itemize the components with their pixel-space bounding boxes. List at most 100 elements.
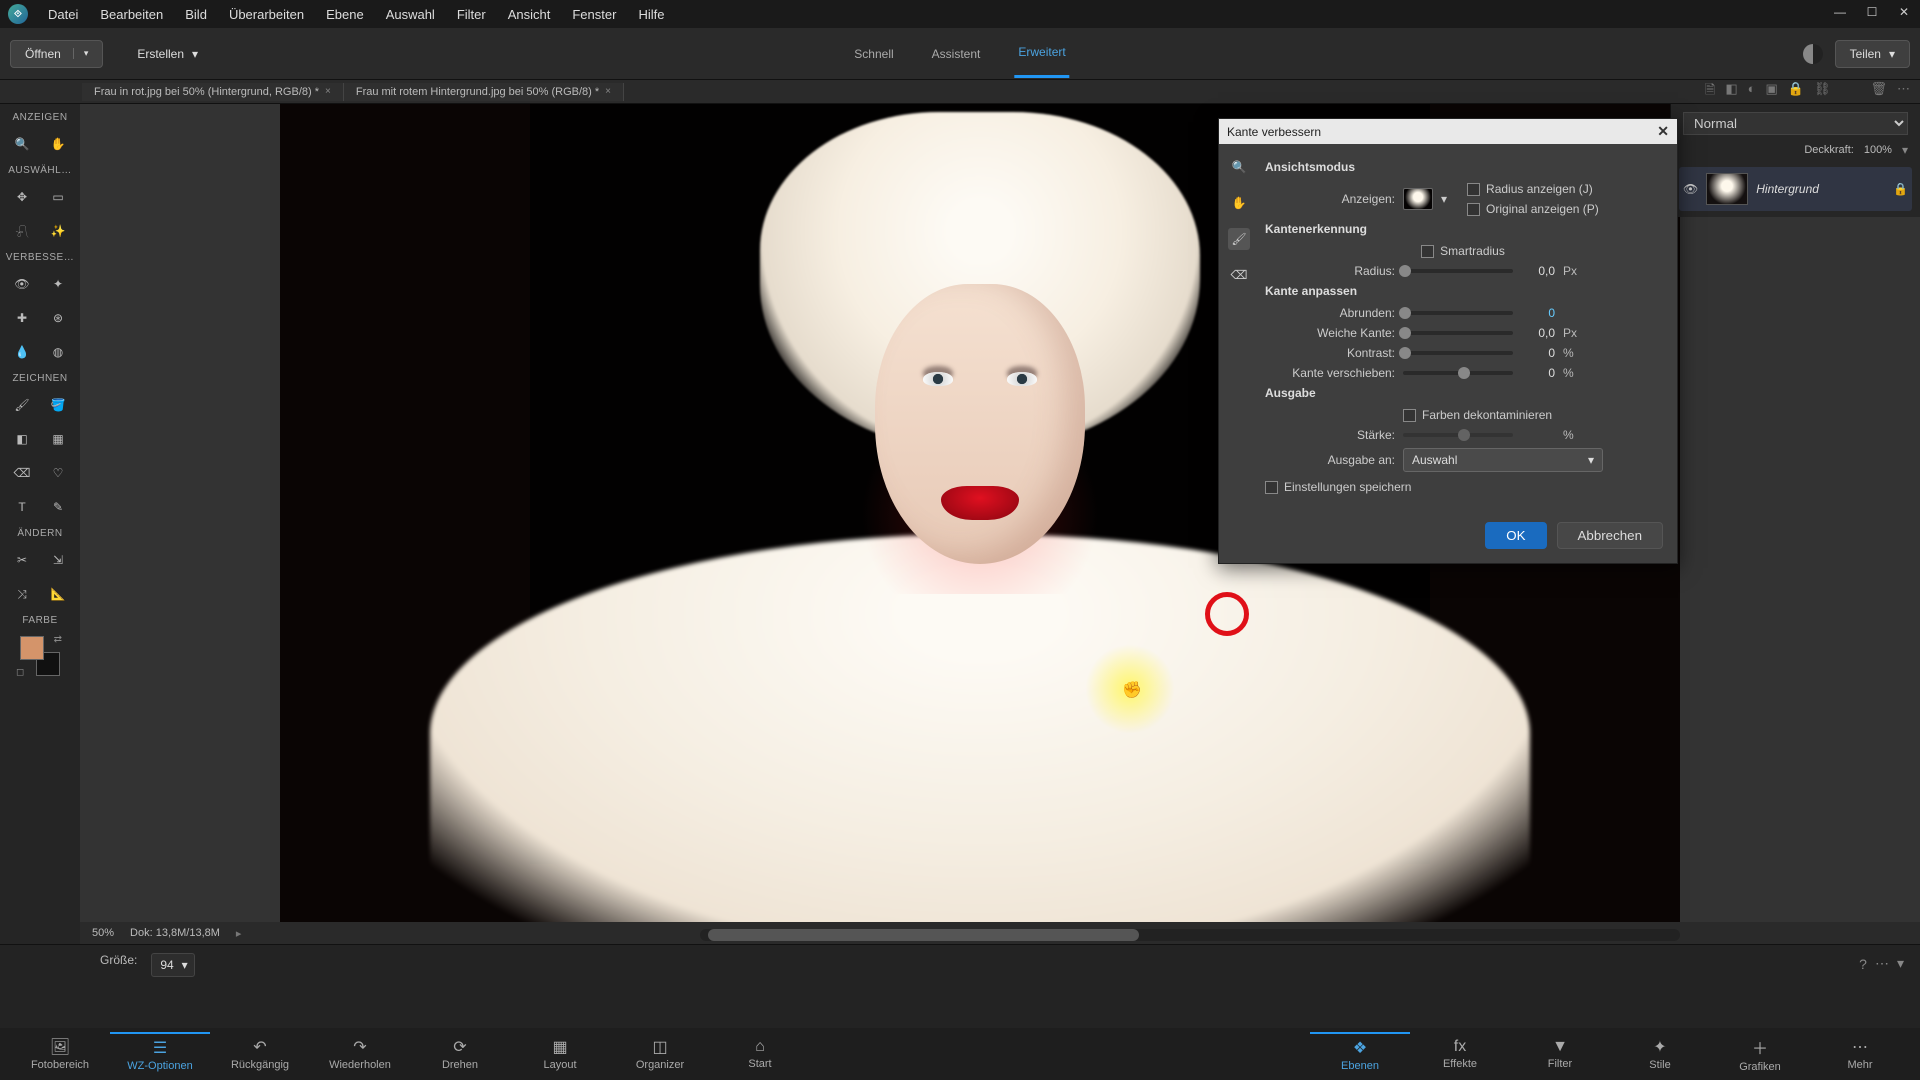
open-button[interactable]: Öffnen ▾ — [10, 40, 103, 68]
decontaminate-checkbox[interactable]: Farben dekontaminieren — [1403, 408, 1552, 422]
window-maximize-button[interactable]: ☐ — [1856, 0, 1888, 24]
taskbar-layers[interactable]: ❖Ebenen — [1310, 1032, 1410, 1076]
blur-tool[interactable]: 💧 — [8, 339, 36, 365]
chevron-down-icon[interactable]: ▾ — [73, 48, 89, 59]
pencil-tool[interactable]: ✎ — [44, 494, 72, 520]
menu-select[interactable]: Auswahl — [376, 3, 445, 26]
erase-refine-icon[interactable]: ⌫ — [1228, 264, 1250, 286]
chevron-down-icon[interactable]: ▾ — [1441, 192, 1447, 206]
radius-value[interactable]: 0,0 — [1521, 264, 1555, 278]
spot-heal-tool[interactable]: ✦ — [44, 271, 72, 297]
collapse-icon[interactable]: ▾ — [1897, 955, 1904, 972]
crop-tool[interactable]: ✂ — [8, 547, 36, 573]
gradient-tool[interactable]: ◧ — [8, 426, 36, 452]
menu-help[interactable]: Hilfe — [628, 3, 674, 26]
taskbar-styles[interactable]: ✦Stile — [1610, 1033, 1710, 1075]
share-button[interactable]: Teilen ▾ — [1835, 40, 1910, 68]
trash-icon[interactable]: 🗑 — [1870, 81, 1887, 103]
taskbar-filters[interactable]: ▼Filter — [1510, 1034, 1610, 1074]
shape-tool[interactable]: ♡ — [44, 460, 72, 486]
horizontal-scrollbar[interactable] — [700, 929, 1680, 941]
shuffle-tool[interactable]: ⤨ — [8, 581, 36, 607]
close-icon[interactable]: × — [325, 86, 331, 97]
eraser-tool[interactable]: ⌫ — [8, 460, 36, 486]
taskbar-tooloptions[interactable]: ☰WZ-Optionen — [110, 1032, 210, 1076]
status-caret-icon[interactable]: ▸ — [236, 927, 242, 940]
more-icon[interactable]: ⋯ — [1897, 81, 1910, 103]
taskbar-undo[interactable]: ↶Rückgängig — [210, 1033, 310, 1075]
hand-tool[interactable]: ✋ — [44, 131, 72, 157]
menu-view[interactable]: Ansicht — [498, 3, 561, 26]
view-thumbnail[interactable] — [1403, 188, 1433, 210]
scrollbar-thumb[interactable] — [708, 929, 1139, 941]
menu-image[interactable]: Bild — [175, 3, 217, 26]
taskbar-layout[interactable]: ▦Layout — [510, 1033, 610, 1075]
chevron-down-icon[interactable]: ▾ — [1902, 143, 1908, 157]
taskbar-rotate[interactable]: ⟳Drehen — [410, 1033, 510, 1075]
contrast-value[interactable]: 0 — [1521, 346, 1555, 360]
feather-value[interactable]: 0,0 — [1521, 326, 1555, 340]
layer-thumbnail[interactable] — [1706, 173, 1748, 205]
cancel-button[interactable]: Abbrechen — [1557, 522, 1663, 549]
healing-tool[interactable]: ✚ — [8, 305, 36, 331]
redeye-tool[interactable]: 👁 — [8, 271, 36, 297]
dialog-titlebar[interactable]: Kante verbessern ✕ — [1219, 119, 1677, 144]
output-to-dropdown[interactable]: Auswahl ▾ — [1403, 448, 1603, 472]
contrast-slider[interactable] — [1403, 351, 1513, 355]
smart-radius-checkbox[interactable]: Smartradius — [1421, 244, 1505, 258]
taskbar-home[interactable]: ⌂Start — [710, 1034, 810, 1074]
shift-value[interactable]: 0 — [1521, 366, 1555, 380]
refine-brush-icon[interactable]: 🖌 — [1228, 228, 1250, 250]
foreground-color[interactable] — [20, 636, 44, 660]
taskbar-redo[interactable]: ↷Wiederholen — [310, 1033, 410, 1075]
more-icon[interactable]: ⋯ — [1875, 955, 1889, 972]
lasso-tool[interactable]: 𓍯 — [8, 218, 36, 244]
menu-layer[interactable]: Ebene — [316, 3, 374, 26]
lock-icon[interactable]: 🔒 — [1893, 182, 1908, 196]
taskbar-more[interactable]: ⋯Mehr — [1810, 1033, 1910, 1075]
shift-slider[interactable] — [1403, 371, 1513, 375]
radius-slider[interactable] — [1403, 269, 1513, 273]
window-minimize-button[interactable]: — — [1824, 0, 1856, 24]
window-close-button[interactable]: ✕ — [1888, 0, 1920, 24]
reset-colors-icon[interactable]: ◻ — [16, 667, 24, 678]
smooth-slider[interactable] — [1403, 311, 1513, 315]
size-dropdown[interactable]: 94 ▾ — [151, 953, 194, 977]
hand-tool-icon[interactable]: ✋ — [1228, 192, 1250, 214]
amount-slider[interactable] — [1403, 433, 1513, 437]
show-radius-checkbox[interactable]: Radius anzeigen (J) — [1467, 182, 1599, 196]
straighten-tool[interactable]: 📐 — [44, 581, 72, 607]
remember-settings-checkbox[interactable]: Einstellungen speichern — [1265, 480, 1411, 494]
lock-icon[interactable]: 🔒 — [1788, 81, 1804, 103]
help-icon[interactable]: ? — [1859, 956, 1867, 972]
recompose-tool[interactable]: ⇲ — [44, 547, 72, 573]
wand-tool[interactable]: ✨ — [44, 218, 72, 244]
sponge-tool[interactable]: ◍ — [44, 339, 72, 365]
smooth-value[interactable]: 0 — [1521, 306, 1555, 320]
document-tab[interactable]: Frau mit rotem Hintergrund.jpg bei 50% (… — [344, 83, 624, 101]
taskbar-graphics[interactable]: ＋Grafiken — [1710, 1031, 1810, 1077]
show-original-checkbox[interactable]: Original anzeigen (P) — [1467, 202, 1599, 216]
menu-edit[interactable]: Bearbeiten — [90, 3, 173, 26]
menu-file[interactable]: Datei — [38, 3, 88, 26]
close-icon[interactable]: × — [605, 86, 611, 97]
text-tool[interactable]: T — [8, 494, 36, 520]
mode-quick[interactable]: Schnell — [850, 31, 897, 77]
taskbar-organizer[interactable]: ◫Organizer — [610, 1033, 710, 1075]
link-icon[interactable]: ⛓ — [1814, 81, 1831, 103]
menu-filter[interactable]: Filter — [447, 3, 496, 26]
document-tab[interactable]: Frau in rot.jpg bei 50% (Hintergrund, RG… — [82, 83, 344, 101]
brush-tool[interactable]: 🖌 — [8, 392, 36, 418]
close-icon[interactable]: ✕ — [1657, 123, 1669, 140]
create-button[interactable]: Erstellen ▾ — [123, 41, 212, 67]
mask-icon[interactable]: ▣ — [1765, 81, 1777, 103]
taskbar-effects[interactable]: fxEffekte — [1410, 1034, 1510, 1074]
layer-row[interactable]: 👁 Hintergrund 🔒 — [1679, 167, 1912, 211]
move-tool[interactable]: ✥ — [8, 184, 36, 210]
mode-expert[interactable]: Erweitert — [1014, 29, 1069, 78]
marquee-tool[interactable]: ▭ — [44, 184, 72, 210]
mode-guided[interactable]: Assistent — [928, 31, 985, 77]
new-layer-icon[interactable]: 🗎 — [1705, 81, 1715, 103]
taskbar-photobin[interactable]: 🖼Fotobereich — [10, 1033, 110, 1075]
clone-tool[interactable]: ⊛ — [44, 305, 72, 331]
